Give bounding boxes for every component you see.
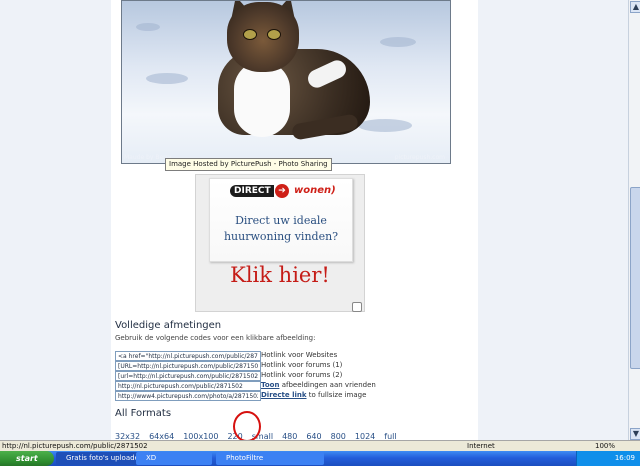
vertical-scrollbar[interactable]: ▲ ▼ [628,0,640,440]
directwonen-logo: DIRECT ➔ wonen) [230,183,336,201]
format-link-640[interactable]: 640 [306,432,321,440]
format-link-64x64[interactable]: 64x64 [149,432,174,440]
snow-texture [358,119,412,132]
start-button[interactable]: start [0,451,54,466]
format-link-32x32[interactable]: 32x32 [115,432,140,440]
status-zone: Internet [467,442,495,450]
show-link-label: afbeeldingen aan vrienden [281,381,376,389]
photo-caption-right: picturepush.com [394,154,445,161]
code-label: Hotlink voor forums (1) [261,361,343,369]
advertisement-banner[interactable]: DIRECT ➔ wonen) Direct uw ideale huurwon… [195,174,365,312]
snow-texture [146,73,188,84]
cat-eye-right [267,29,281,40]
format-link-full[interactable]: full [384,432,396,440]
code-label: Directe link to fullsize image [261,391,366,399]
direct-link-label: to fullsize image [308,391,367,399]
ad-info-icon[interactable] [352,302,362,312]
format-link-800[interactable]: 800 [331,432,346,440]
system-tray: 16:09 [576,451,640,466]
snow-texture [380,37,416,47]
code-forum2-input[interactable] [115,371,261,381]
direct-link[interactable]: Directe link [261,391,307,399]
clock: 16:09 [614,454,635,462]
hover-tooltip: Image Hosted by PicturePush - Photo Shar… [165,158,332,171]
code-url-input[interactable] [115,381,261,391]
status-url: http://nl.picturepush.com/public/2871502 [2,442,148,450]
taskbar-item[interactable]: XD [136,452,212,465]
full-size-title: Volledige afmetingen [115,320,222,331]
status-zoom[interactable]: 100% [595,442,615,450]
all-formats-title: All Formats [115,408,172,419]
scroll-up-icon[interactable]: ▲ [630,1,640,13]
code-label: Hotlink voor Websites [261,351,338,359]
logo-direct: DIRECT [230,185,274,197]
windows-taskbar: start Gratis foto's uploade... XD PhotoF… [0,451,640,466]
code-html-input[interactable] [115,351,261,361]
code-label: Toon afbeeldingen aan vrienden [261,381,376,389]
taskbar-item[interactable]: PhotoFiltre [216,452,324,465]
scroll-thumb[interactable] [630,187,640,369]
cat-chest [234,61,290,137]
code-label: Hotlink voor forums (2) [261,371,343,379]
show-link[interactable]: Toon [261,381,279,389]
code-forum1-input[interactable] [115,361,261,371]
page-content: Maude by Berry picturepush.com Image Hos… [111,0,478,440]
red-circle-annotation [233,411,261,440]
format-link-1024[interactable]: 1024 [355,432,375,440]
ad-cta[interactable]: Klik hier! [196,263,364,287]
snow-texture [136,23,160,31]
format-link-480[interactable]: 480 [282,432,297,440]
ad-card: DIRECT ➔ wonen) Direct uw ideale huurwon… [209,178,353,262]
ad-copy: Direct uw ideale huurwoning vinden? [214,213,348,245]
logo-arrow-icon: ➔ [275,184,289,198]
logo-wonen: wonen) [294,185,336,196]
ad-line-2: huurwoning vinden? [223,230,339,243]
browser-viewport: Maude by Berry picturepush.com Image Hos… [0,0,628,440]
code-direct-input[interactable] [115,391,261,401]
cat-eye-left [243,29,257,40]
format-link-100x100[interactable]: 100x100 [183,432,218,440]
cat-photo[interactable] [121,0,451,164]
scroll-down-icon[interactable]: ▼ [630,428,640,440]
ad-line-1: Direct uw ideale [235,214,327,227]
cat-head [227,2,299,72]
full-size-subtitle: Gebruik de volgende codes voor een klikb… [115,334,316,342]
